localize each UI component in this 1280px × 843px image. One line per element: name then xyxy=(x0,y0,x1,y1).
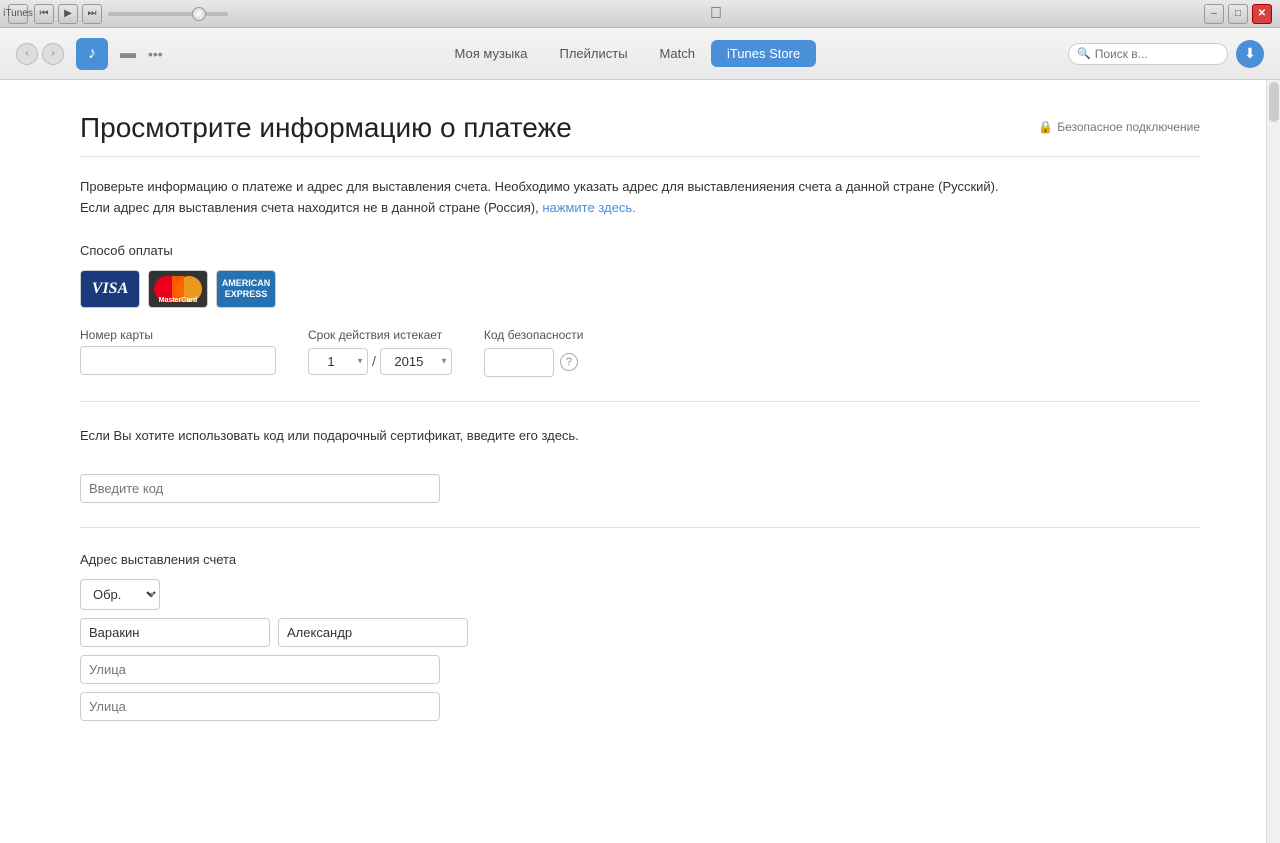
expiry-year-select[interactable]: 201520162017201820192020 xyxy=(380,348,452,375)
page-title: Просмотрите информацию о платеже xyxy=(80,112,572,144)
expiry-year-wrapper: 201520162017201820192020 xyxy=(380,348,452,375)
forward-nav-button[interactable]: › xyxy=(42,43,64,65)
video-icon-button[interactable]: ▬ xyxy=(112,38,144,70)
volume-slider[interactable] xyxy=(108,12,228,16)
expiry-label: Срок действия истекает xyxy=(308,328,452,342)
gift-code-input[interactable] xyxy=(80,474,440,503)
street1-input[interactable] xyxy=(80,655,440,684)
slider-track xyxy=(108,12,228,16)
street2-row xyxy=(80,692,1200,721)
playback-controls: ⏮ ▶ ⏭ xyxy=(34,4,102,24)
expiry-month-select[interactable]: 1234 5678 9101112 xyxy=(308,348,368,375)
click-here-link[interactable]: нажмите здесь. xyxy=(542,200,635,215)
toolbar: ‹ › ♪ ▬ ••• Моя музыка Плейлисты Match i… xyxy=(0,28,1280,80)
mastercard-logo: MasterCard xyxy=(149,297,207,304)
tab-match[interactable]: Match xyxy=(644,40,711,67)
card-number-label: Номер карты xyxy=(80,328,276,342)
close-button[interactable]: ✕ xyxy=(1252,4,1272,24)
expiry-month-wrapper: 1234 5678 9101112 xyxy=(308,348,368,375)
description-text: Проверьте информацию о платеже и адрес д… xyxy=(80,177,1200,219)
visa-logo: VISA xyxy=(92,280,128,298)
page-header: Просмотрите информацию о платеже 🔒 Безоп… xyxy=(80,112,1200,157)
payment-section-label: Способ оплаты xyxy=(80,243,1200,258)
name-row xyxy=(80,618,1200,647)
security-code-input[interactable] xyxy=(484,348,554,377)
help-icon[interactable]: ? xyxy=(560,353,578,371)
nav-arrows: ‹ › xyxy=(16,43,64,65)
tab-playlists[interactable]: Плейлисты xyxy=(543,40,643,67)
divider-1 xyxy=(80,401,1200,402)
nav-tabs: Моя музыка Плейлисты Match iTunes Store xyxy=(187,40,1068,67)
secure-badge: 🔒 Безопасное подключение xyxy=(1038,120,1200,134)
mastercard-button[interactable]: MasterCard xyxy=(148,270,208,308)
salutation-wrapper: Обр. Г-н Г-жа xyxy=(80,579,160,610)
back-button[interactable]: ‹ xyxy=(16,43,38,65)
maximize-button[interactable]: □ xyxy=(1228,4,1248,24)
description-line1: Проверьте информацию о платеже и адрес д… xyxy=(80,179,999,194)
billing-section-label: Адрес выставления счета xyxy=(80,552,1200,567)
title-bar-left: iTunes ⏮ ▶ ⏭ xyxy=(8,4,228,24)
security-code-group: Код безопасности ? xyxy=(484,328,584,377)
search-area: 🔍 ⬇ xyxy=(1068,40,1264,68)
last-name-input[interactable] xyxy=(80,618,270,647)
tab-itunes-store[interactable]: iTunes Store xyxy=(711,40,816,67)
rewind-button[interactable]: ⏮ xyxy=(34,4,54,24)
card-number-input[interactable] xyxy=(80,346,276,375)
play-button[interactable]: ▶ xyxy=(58,4,78,24)
description-line2: Если адрес для выставления счета находит… xyxy=(80,200,539,215)
music-icon-button[interactable]: ♪ xyxy=(76,38,108,70)
salutation-row: Обр. Г-н Г-жа xyxy=(80,579,1200,610)
scrollbar[interactable] xyxy=(1266,80,1280,843)
window-controls: – □ ✕ xyxy=(1204,4,1272,24)
forward-button[interactable]: ⏭ xyxy=(82,4,102,24)
divider-2 xyxy=(80,527,1200,528)
secure-label: Безопасное подключение xyxy=(1057,120,1200,134)
window-menu-button[interactable]: iTunes xyxy=(8,4,28,24)
salutation-select[interactable]: Обр. Г-н Г-жа xyxy=(80,579,160,610)
more-options-button[interactable]: ••• xyxy=(148,46,163,62)
first-name-input[interactable] xyxy=(278,618,468,647)
billing-section: Адрес выставления счета Обр. Г-н Г-жа xyxy=(80,552,1200,721)
search-input[interactable] xyxy=(1095,47,1215,61)
payment-section: Способ оплаты VISA MasterCard AMERICANEX… xyxy=(80,243,1200,377)
minimize-button[interactable]: – xyxy=(1204,4,1224,24)
search-box: 🔍 xyxy=(1068,43,1228,65)
security-label: Код безопасности xyxy=(484,328,584,342)
slider-thumb[interactable] xyxy=(192,7,206,21)
gift-description: Если Вы хотите использовать код или пода… xyxy=(80,426,1200,447)
download-button[interactable]: ⬇ xyxy=(1236,40,1264,68)
gift-section: Если Вы хотите использовать код или пода… xyxy=(80,426,1200,504)
lock-icon: 🔒 xyxy=(1038,120,1053,134)
main-content: Просмотрите информацию о платеже 🔒 Безоп… xyxy=(0,80,1280,843)
tab-my-music[interactable]: Моя музыка xyxy=(439,40,544,67)
scrollbar-thumb[interactable] xyxy=(1269,82,1279,122)
title-bar: iTunes ⏮ ▶ ⏭  – □ ✕ xyxy=(0,0,1280,28)
visa-card-button[interactable]: VISA xyxy=(80,270,140,308)
expiry-separator: / xyxy=(372,353,376,369)
street1-row xyxy=(80,655,1200,684)
search-icon: 🔍 xyxy=(1077,47,1091,60)
card-form-row: Номер карты Срок действия истекает 1234 … xyxy=(80,328,1200,377)
amex-logo: AMERICANEXPRESS xyxy=(222,278,271,300)
apple-logo:  xyxy=(710,5,722,23)
payment-cards: VISA MasterCard AMERICANEXPRESS xyxy=(80,270,1200,308)
street2-input[interactable] xyxy=(80,692,440,721)
expiry-group: Срок действия истекает 1234 5678 9101112… xyxy=(308,328,452,375)
amex-card-button[interactable]: AMERICANEXPRESS xyxy=(216,270,276,308)
card-number-group: Номер карты xyxy=(80,328,276,375)
